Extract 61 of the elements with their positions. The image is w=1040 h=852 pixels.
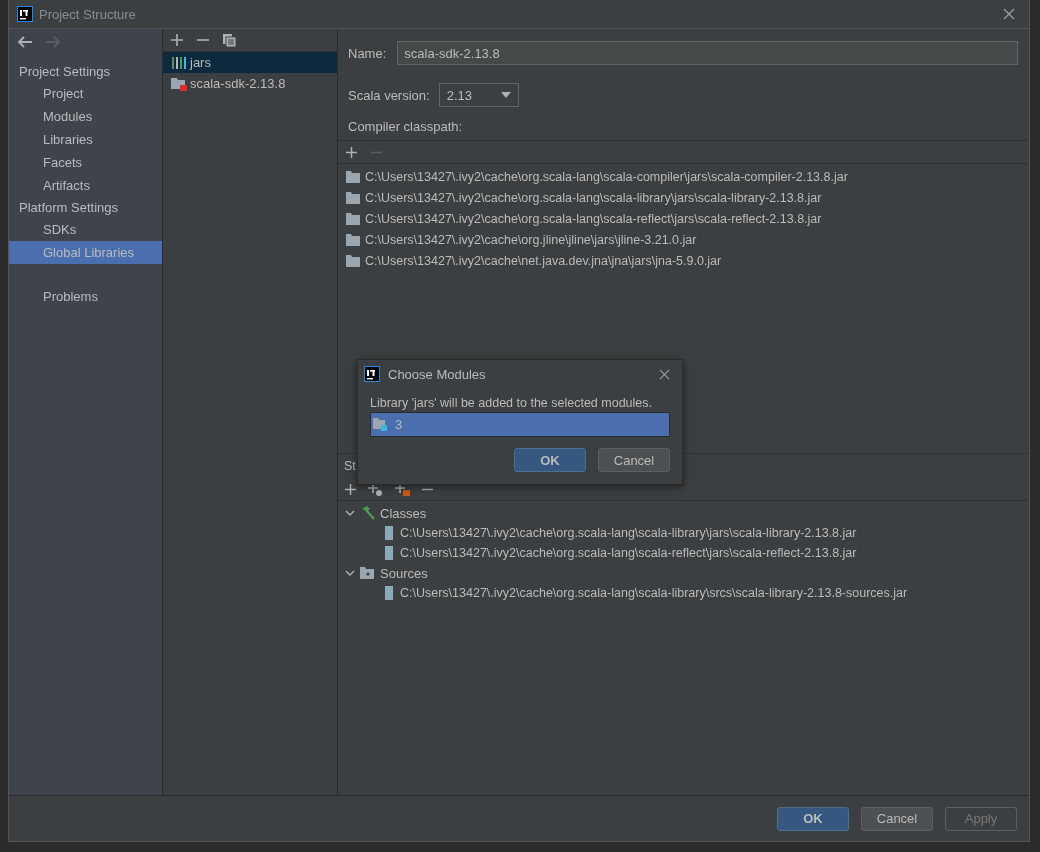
section-heading: Project Settings xyxy=(18,63,112,81)
sidebar-item[interactable]: Facets xyxy=(9,151,162,174)
sidebar-item[interactable]: Libraries xyxy=(9,128,162,151)
library-icon xyxy=(171,55,187,70)
add-icon[interactable] xyxy=(171,34,183,46)
version-dropdown[interactable]: 2.13 xyxy=(438,83,519,107)
jar-icon xyxy=(385,586,393,600)
add-icon[interactable] xyxy=(346,146,357,158)
copy-icon[interactable] xyxy=(223,33,236,47)
name-field[interactable]: scala-sdk-2.13.8 xyxy=(397,41,1018,65)
hammer-icon xyxy=(360,506,375,520)
dialog-message: Library 'jars' will be added to the selected modules. xyxy=(370,396,653,410)
section-heading: Platform Settings xyxy=(18,199,119,217)
tree-item[interactable]: C:\Users\13427\.ivy2\cache\org.scala-lang\scala-library\jars\scala-library-2.13.8.jar xyxy=(400,526,857,540)
app-logo-icon xyxy=(364,366,380,382)
classpath-item[interactable]: C:\Users\13427\.ivy2\cache\net.java.dev.jna\jna\jars\jna-5.9.0.jar xyxy=(338,250,1029,271)
add-url-icon[interactable] xyxy=(368,482,383,496)
sidebar-item[interactable]: Problems xyxy=(9,285,162,308)
app-logo-icon xyxy=(17,6,33,22)
back-arrow-icon[interactable] xyxy=(17,35,33,49)
classpath-item[interactable]: C:\Users\13427\.ivy2\cache\org.jline\jline\jars\jline-3.21.0.jar xyxy=(338,229,1029,250)
sidebar-item[interactable]: Modules xyxy=(9,105,162,128)
classpath-item[interactable]: C:\Users\13427\.ivy2\cache\org.scala-lang\scala-reflect\jars\scala-reflect-2.13.8.jar xyxy=(338,208,1029,229)
classpath-label: Compiler classpath: xyxy=(347,118,464,136)
folder-icon xyxy=(360,567,375,579)
close-icon[interactable] xyxy=(1003,8,1015,20)
library-item[interactable]: jars xyxy=(163,52,337,73)
folder-icon xyxy=(346,191,360,204)
tree-item[interactable]: C:\Users\13427\.ivy2\cache\org.scala-lang\scala-library\srcs\scala-library-2.13.8-sources.jar xyxy=(400,586,908,600)
folder-icon xyxy=(171,76,187,91)
dialog-title: Choose Modules xyxy=(388,366,487,382)
folder-icon xyxy=(346,212,360,225)
classpath-item[interactable]: C:\Users\13427\.ivy2\cache\org.scala-lang\scala-library\jars\scala-library-2.13.8.jar xyxy=(338,187,1029,208)
sidebar-item[interactable]: Artifacts xyxy=(9,174,162,197)
dialog-button[interactable]: Cancel xyxy=(598,448,670,472)
library-item[interactable]: scala-sdk-2.13.8 xyxy=(163,73,337,94)
add-icon[interactable] xyxy=(345,483,356,495)
field-label: Scala version: xyxy=(348,87,430,103)
dialog-button[interactable]: OK xyxy=(777,806,849,831)
classpath-item[interactable]: C:\Users\13427\.ivy2\cache\org.scala-lang\scala-compiler\jars\scala-compiler-2.13.8.jar xyxy=(338,166,1029,187)
dialog-button[interactable]: OK xyxy=(514,448,586,472)
sidebar-item[interactable]: SDKs xyxy=(9,218,162,241)
section-label: St xyxy=(343,458,356,475)
field-label: Name: xyxy=(348,45,387,61)
dropdown-arrow-icon xyxy=(500,92,511,98)
jar-icon xyxy=(385,546,393,560)
window-title: Project Structure xyxy=(39,6,137,22)
close-icon[interactable] xyxy=(659,368,670,380)
tree-item[interactable]: Sources xyxy=(380,565,428,581)
add-folder-icon[interactable] xyxy=(395,482,410,496)
folder-icon xyxy=(346,254,360,267)
sidebar-item[interactable]: Project xyxy=(9,82,162,105)
dialog-button[interactable]: Cancel xyxy=(861,806,933,831)
tree-item[interactable]: C:\Users\13427\.ivy2\cache\org.scala-lang\scala-reflect\jars\scala-reflect-2.13.8.jar xyxy=(400,546,857,560)
tree-item[interactable]: Classes xyxy=(380,505,427,521)
jar-icon xyxy=(385,526,393,540)
folder-icon xyxy=(346,233,360,246)
module-folder-icon xyxy=(373,418,388,431)
chevron-down-icon[interactable] xyxy=(345,508,355,518)
folder-icon xyxy=(346,170,360,183)
chevron-down-icon[interactable] xyxy=(345,568,355,578)
